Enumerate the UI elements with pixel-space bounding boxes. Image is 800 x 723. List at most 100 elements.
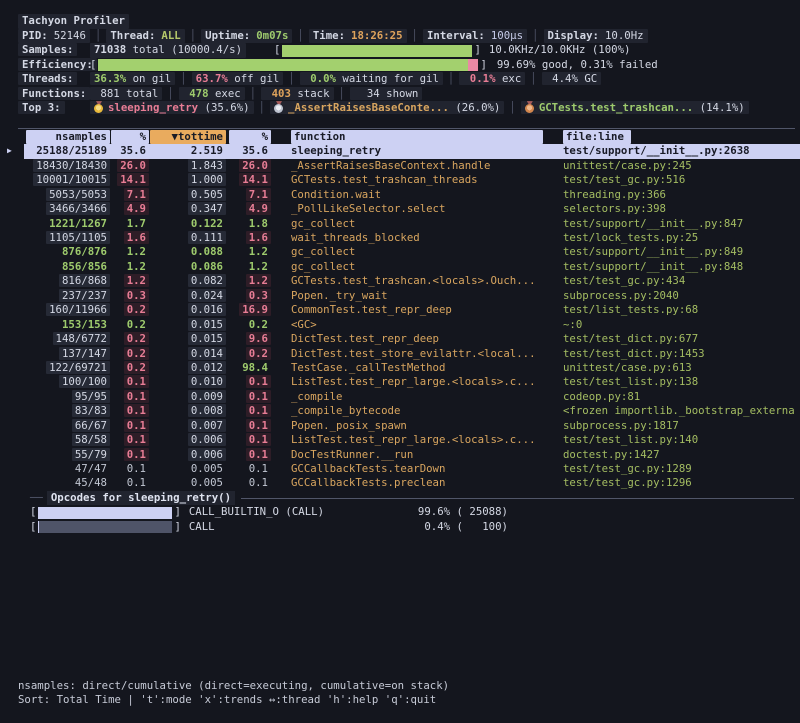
table-row[interactable]: 100/1000.10.0100.1ListTest.test_repr_lar… (0, 375, 800, 389)
thread-stat: 4.4% GC (542, 72, 602, 85)
column-header-tottime-sorted[interactable]: ▼tottime (149, 130, 226, 144)
tottime-cell: 0.016 (149, 303, 226, 317)
efficiency-progress-bar (98, 59, 478, 71)
tottime-cell: 0.007 (149, 419, 226, 433)
file-line: <frozen importlib._bootstrap_externa (563, 404, 795, 417)
thread-field[interactable]: Thread:ALL (106, 29, 184, 43)
cell-value: 0.1 (246, 462, 271, 475)
cell-value: 1.2 (124, 245, 149, 258)
file-line: unittest/case.py:613 (563, 361, 692, 374)
cell-value: 35.6 (239, 144, 271, 157)
table-header-row: nsamples%▼tottime%functionfile:line (0, 130, 800, 144)
cell-value: 0.088 (188, 245, 226, 258)
column-header-function[interactable]: function (271, 130, 549, 144)
divider: │ (250, 87, 256, 100)
cell-value: 0.006 (188, 448, 226, 461)
function-stat: 881 total (90, 87, 162, 100)
interval-field: Interval:100µs (423, 29, 527, 43)
table-row[interactable]: 237/2370.30.0240.3Popen._try_waitsubproc… (0, 289, 800, 303)
table-row[interactable]: 816/8681.20.0821.2GCTests.test_trashcan.… (0, 274, 800, 288)
opcodes-title: Opcodes for sleeping_retry() (47, 491, 235, 505)
percent-direct-cell: 0.1 (110, 390, 149, 404)
function-cell: gc_collect (271, 245, 549, 259)
file-line: test/test_gc.py:434 (563, 274, 685, 287)
stat-label: exc (496, 72, 522, 85)
top3-entries: sleeping_retry (35.6%)│_AssertRaisesBase… (90, 101, 749, 115)
pid-value: 52146 (54, 29, 86, 42)
table-row[interactable]: 122/697210.20.01298.4TestCase._callTestM… (0, 361, 800, 375)
table-row[interactable]: 856/8561.20.0861.2gc_collecttest/support… (0, 260, 800, 274)
fileline-cell: <frozen importlib._bootstrap_externa (549, 404, 800, 418)
top3-label: Top 3: (18, 101, 65, 114)
stat-value: 36.3% (94, 72, 126, 85)
thread-label: Thread: (110, 29, 155, 42)
function-cell: _AssertRaisesBaseContext.handle (271, 159, 549, 173)
column-header-percent-cumulative[interactable]: % (226, 130, 271, 144)
table-row[interactable]: 153/1530.20.0150.2<GC>~:0 (0, 318, 800, 332)
table-row[interactable]: 1221/12671.70.1221.8gc_collecttest/suppo… (0, 217, 800, 231)
table-row[interactable]: 5053/50537.10.5057.1Condition.waitthread… (0, 188, 800, 202)
cell-value: 0.2 (124, 332, 149, 345)
column-header-fileline[interactable]: file:line (549, 130, 800, 144)
efficiency-failed-segment (468, 59, 478, 71)
table-row[interactable]: 95/950.10.0090.1_compilecodeop.py:81 (0, 390, 800, 404)
column-header-nsamples[interactable]: nsamples (0, 130, 110, 144)
table-row-selected[interactable]: ▶25188/2518935.62.51935.6sleeping_retryt… (0, 144, 800, 158)
table-row[interactable]: 137/1470.20.0140.2DictTest.test_store_ev… (0, 347, 800, 361)
fileline-cell: test/test_gc.py:516 (549, 173, 800, 187)
function-name: wait_threads_blocked (291, 231, 420, 244)
functions-segments: 881 total│ 478 exec│ 403 stack│ 34 shown (90, 87, 422, 101)
threads-segments: 36.3% on gil│63.7% off gil│ 0.0% waiting… (90, 72, 601, 86)
table-row[interactable]: 58/580.10.0060.1ListTest.test_repr_large… (0, 433, 800, 447)
tottime-cell: 0.015 (149, 318, 226, 332)
tottime-cell: 2.519 (149, 144, 226, 158)
cell-value: 0.1 (124, 419, 149, 432)
tottime-cell: 0.005 (149, 476, 226, 490)
table-row[interactable]: 47/470.10.0050.1GCCallbackTests.tearDown… (0, 462, 800, 476)
cell-value: 0.122 (188, 217, 226, 230)
cell-value: 26.0 (117, 159, 149, 172)
cell-value: 1.843 (188, 159, 226, 172)
column-header-percent-direct[interactable]: % (110, 130, 149, 144)
tottime-cell: 0.505 (149, 188, 226, 202)
table-row[interactable]: 3466/34664.90.3474.9_PollLikeSelector.se… (0, 202, 800, 216)
function-cell: CommonTest.test_repr_deep (271, 303, 549, 317)
nsamples-cell: 66/67 (0, 419, 110, 433)
file-line: subprocess.py:2040 (563, 289, 679, 302)
stat-value: 63.7% (196, 72, 228, 85)
file-line: selectors.py:398 (563, 202, 666, 215)
function-name: _compile_bytecode (291, 404, 400, 417)
table-row[interactable]: 148/67720.20.0159.6DictTest.test_repr_de… (0, 332, 800, 346)
nsamples-cell: 3466/3466 (0, 202, 110, 216)
file-line: test/support/__init__.py:2638 (563, 144, 750, 157)
nsamples-cell: 122/69721 (0, 361, 110, 375)
table-row[interactable]: 66/670.10.0070.1Popen._posix_spawnsubpro… (0, 419, 800, 433)
cell-value: 0.1 (124, 448, 149, 461)
function-cell: wait_threads_blocked (271, 231, 549, 245)
table-row[interactable]: 18430/1843026.01.84326.0_AssertRaisesBas… (0, 159, 800, 173)
cell-value: 0.1 (124, 476, 149, 489)
cell-value: 0.505 (188, 188, 226, 201)
cell-value: 26.0 (239, 159, 271, 172)
table-row[interactable]: 83/830.10.0080.1_compile_bytecode<frozen… (0, 404, 800, 418)
stat-label: shown (380, 87, 419, 100)
fileline-cell: codeop.py:81 (549, 390, 800, 404)
function-cell: _PollLikeSelector.select (271, 202, 549, 216)
percent-direct-cell: 0.1 (110, 433, 149, 447)
percent-direct-cell: 0.1 (110, 462, 149, 476)
table-row[interactable]: 10001/1001514.11.00014.1GCTests.test_tra… (0, 173, 800, 187)
function-name: GCCallbackTests.tearDown (291, 462, 445, 475)
table-row[interactable]: 55/790.10.0060.1DocTestRunner.__rundocte… (0, 448, 800, 462)
percent-direct-cell: 14.1 (110, 173, 149, 187)
table-row[interactable]: 160/119660.20.01616.9CommonTest.test_rep… (0, 303, 800, 317)
file-line: test/list_tests.py:68 (563, 303, 698, 316)
stat-value: 4.4% (546, 72, 578, 85)
table-row[interactable]: 45/480.10.0050.1GCCallbackTests.preclean… (0, 476, 800, 490)
cell-value: 0.3 (124, 289, 149, 302)
percent-cumulative-cell: 0.1 (226, 419, 271, 433)
cell-value: 153/153 (59, 318, 110, 331)
table-row[interactable]: 876/8761.20.0881.2gc_collecttest/support… (0, 245, 800, 259)
function-cell: Condition.wait (271, 188, 549, 202)
table-row[interactable]: 1105/11051.60.1111.6wait_threads_blocked… (0, 231, 800, 245)
stat-value: 0.1% (463, 72, 495, 85)
